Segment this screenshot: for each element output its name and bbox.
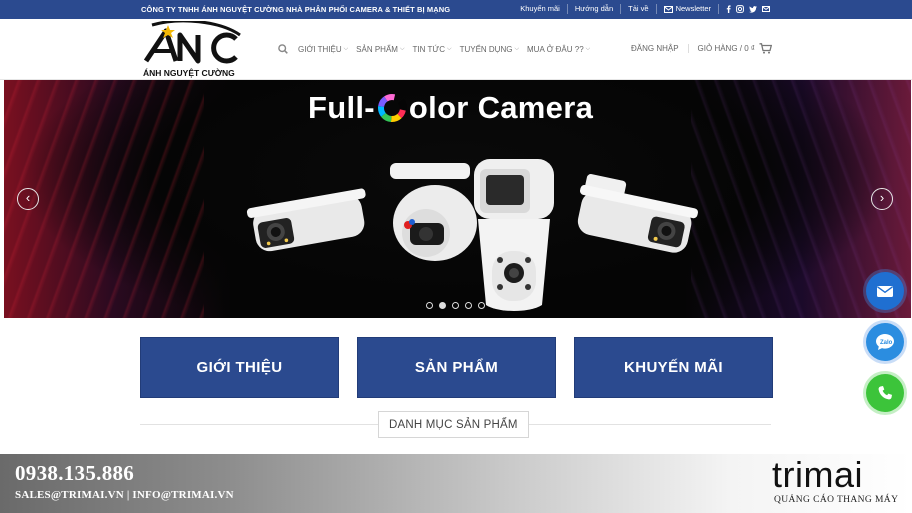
color-ring-icon (377, 94, 407, 122)
slider-dot[interactable] (478, 302, 485, 309)
card-promotions[interactable]: KHUYẾN MÃI (574, 337, 773, 398)
nav-item-where-to-buy-label: MUA Ở ĐÂU ?? (527, 44, 584, 54)
slider-dot-active[interactable] (439, 302, 446, 309)
float-phone-button[interactable] (866, 374, 904, 412)
newsletter-link[interactable]: Newsletter (657, 4, 719, 14)
cart-label: GIỎ HÀNG / 0 ₫ (697, 44, 755, 53)
trimai-logo-text: trimai (772, 454, 863, 495)
social-links (719, 5, 770, 13)
logo-text: ÁNH NGUYỆT CƯỜNG (143, 68, 235, 78)
instagram-icon[interactable] (736, 5, 744, 13)
nav-item-news-label: TIN TỨC (412, 44, 445, 54)
nav-item-about-label: GIỚI THIỆU (298, 44, 342, 54)
chevron-down-icon: ⌵ (343, 45, 349, 52)
nav-item-careers-label: TUYỂN DỤNG (459, 44, 513, 54)
search-icon (278, 44, 288, 54)
nav-item-news[interactable]: TIN TỨC ⌵ (413, 45, 452, 54)
chevron-down-icon: ⌵ (447, 45, 452, 52)
hero-slider: Full- olor Camera ‹ › (4, 80, 911, 318)
slider-dot[interactable] (465, 302, 472, 309)
float-zalo-button[interactable]: Zalo (866, 323, 904, 361)
email-icon (877, 285, 893, 297)
site-logo[interactable]: ÁNH NGUYỆT CƯỜNG (140, 21, 244, 79)
cart-link[interactable]: GIỎ HÀNG / 0 ₫ (698, 43, 772, 54)
slider-dot[interactable] (426, 302, 433, 309)
slide-headline: Full- olor Camera (308, 90, 593, 126)
newsletter-label: Newsletter (675, 4, 711, 13)
chevron-down-icon: ⌵ (514, 45, 520, 52)
login-link[interactable]: ĐĂNG NHẬP (631, 44, 689, 53)
chevron-down-icon: ⌵ (585, 45, 591, 52)
cart-icon (759, 43, 772, 54)
trimai-tagline: QUẢNG CÁO THANG MÁY (774, 495, 899, 505)
facebook-icon[interactable] (726, 5, 731, 13)
top-link-promotions[interactable]: Khuyến mãi (513, 4, 568, 14)
envelope-icon (663, 5, 673, 13)
phone-icon (878, 386, 892, 400)
main-header: ÁNH NGUYỆT CƯỜNG GIỚI THIỆU ⌵ SẢN PHẨM ⌵ T… (0, 19, 912, 80)
slider-dot[interactable] (452, 302, 459, 309)
category-title: DANH MỤC SẢN PHẨM (378, 411, 529, 438)
hotline-number[interactable]: 0938.135.886 (15, 461, 134, 486)
twitter-icon[interactable] (749, 5, 757, 13)
card-products[interactable]: SẢN PHẨM (357, 337, 556, 398)
top-links: Khuyến mãi Hướng dẫn Tải về Newsletter (513, 4, 770, 14)
company-name: CÔNG TY TNHH ÁNH NGUYỆT CƯỜNG NHÀ PHÂN P… (141, 5, 451, 14)
card-about[interactable]: GIỚI THIỆU (140, 337, 339, 398)
slider-next-button[interactable]: › (871, 188, 893, 210)
feature-cards: GIỚI THIỆU SẢN PHẨM KHUYẾN MÃI (140, 337, 773, 398)
float-email-button[interactable] (866, 272, 904, 310)
svg-text:Zalo: Zalo (880, 340, 893, 346)
account-nav: ĐĂNG NHẬP GIỎ HÀNG / 0 ₫ (631, 43, 772, 54)
search-button[interactable] (278, 44, 288, 54)
nav-item-about[interactable]: GIỚI THIỆU ⌵ (298, 45, 348, 54)
footer-banner: 0938.135.886 SALES@TRIMAI.VN | INFO@TRIM… (0, 454, 912, 513)
nav-item-where-to-buy[interactable]: MUA Ở ĐÂU ?? ⌵ (527, 45, 590, 54)
nav-item-careers[interactable]: TUYỂN DỤNG ⌵ (460, 45, 519, 54)
zalo-icon: Zalo (876, 334, 894, 350)
top-bar: CÔNG TY TNHH ÁNH NGUYỆT CƯỜNG NHÀ PHÂN P… (0, 0, 912, 19)
camera-product-image (246, 159, 698, 311)
top-link-guide[interactable]: Hướng dẫn (568, 4, 622, 14)
email-icon[interactable] (762, 6, 770, 12)
chevron-down-icon: ⌵ (399, 45, 405, 52)
logo-mark (143, 21, 241, 64)
top-link-download[interactable]: Tải về (621, 4, 657, 14)
nav-item-products-label: SẢN PHẨM (356, 44, 398, 54)
contact-emails: SALES@TRIMAI.VN | INFO@TRIMAI.VN (15, 489, 234, 501)
main-nav: GIỚI THIỆU ⌵ SẢN PHẨM ⌵ TIN TỨC ⌵ TUYỂN DỤN… (278, 44, 598, 54)
headline-right: olor Camera (408, 90, 594, 125)
slider-prev-button[interactable]: ‹ (17, 188, 39, 210)
headline-left: Full- (308, 90, 375, 125)
nav-item-products[interactable]: SẢN PHẨM ⌵ (356, 45, 404, 54)
slider-dots (426, 302, 485, 309)
